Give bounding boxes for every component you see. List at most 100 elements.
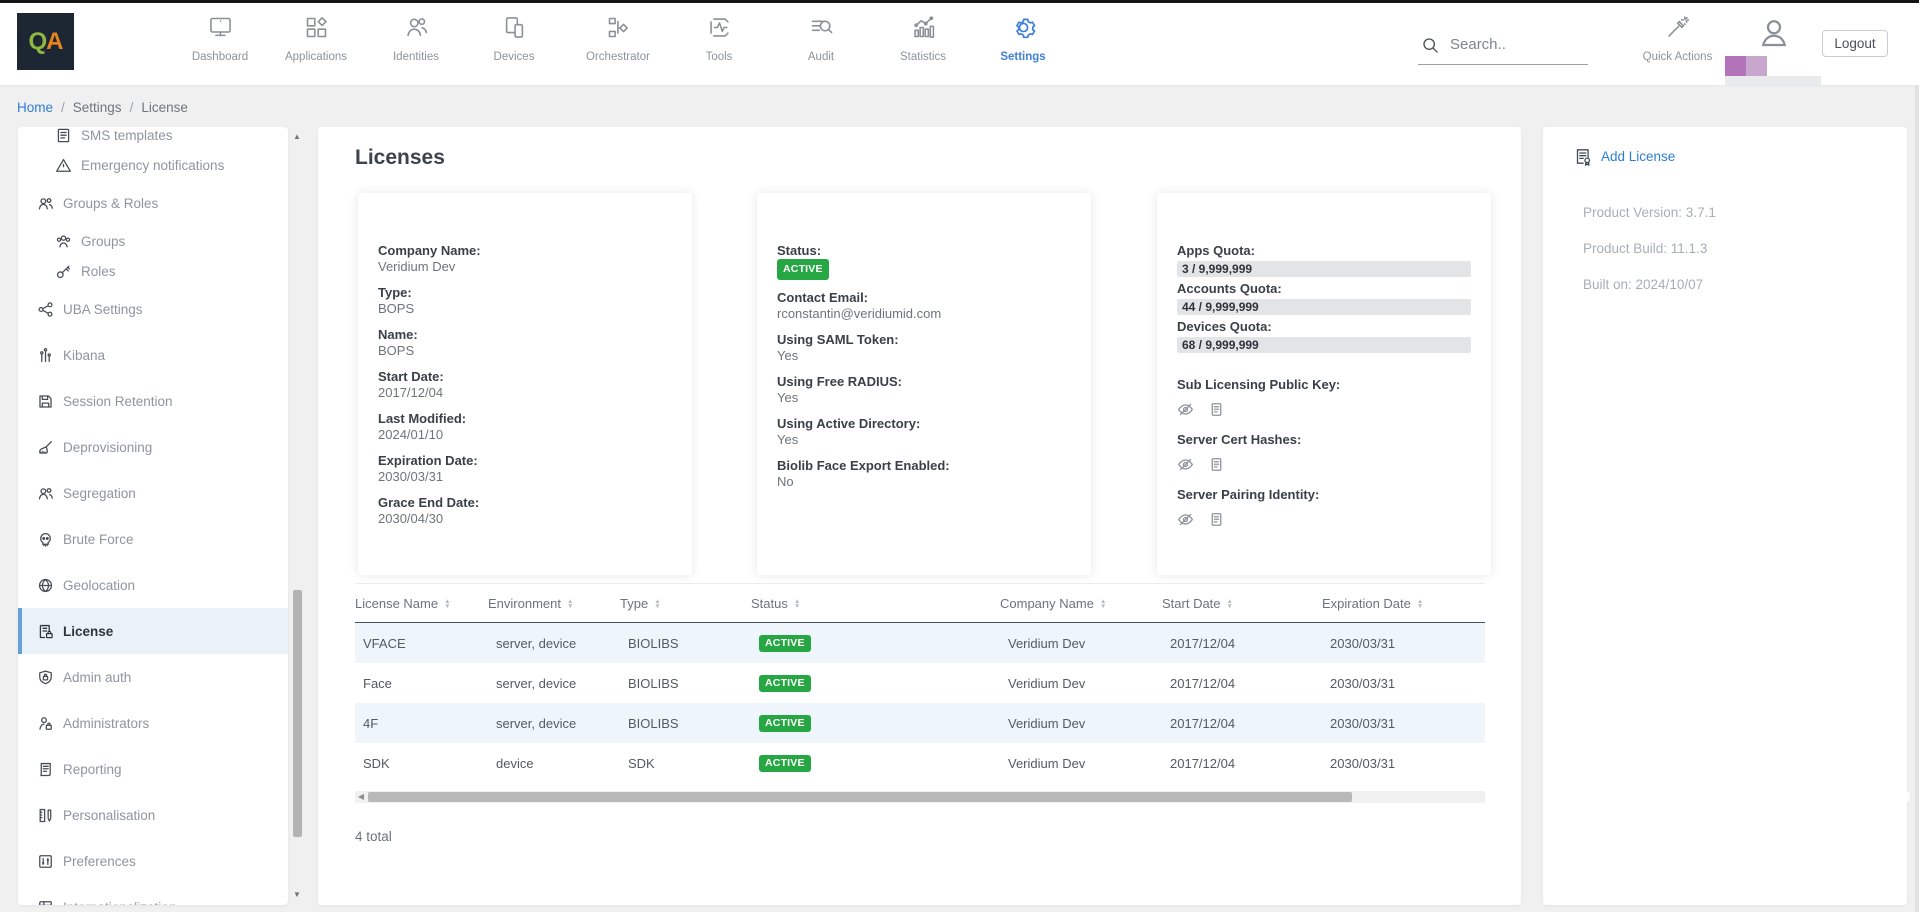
breadcrumb-settings: Settings [73, 100, 122, 115]
sidebar-item-sms-templates[interactable]: SMS templates [18, 127, 288, 150]
nav-item-tools[interactable]: Tools [671, 14, 767, 63]
copy-icon[interactable] [1208, 401, 1225, 418]
secret-label: Sub Licensing Public Key: [1177, 377, 1471, 392]
scroll-left-arrow[interactable]: ◀ [355, 791, 367, 803]
cell-status: ACTIVE [751, 754, 1000, 772]
sidebar-item-label: Administrators [63, 716, 149, 731]
eye-off-icon[interactable] [1177, 511, 1194, 528]
column-header-license-name[interactable]: License Name▲▼ [355, 596, 488, 611]
app-logo[interactable]: QA [17, 13, 74, 70]
column-header-expiration-date[interactable]: Expiration Date▲▼ [1322, 596, 1485, 611]
column-header-type[interactable]: Type▲▼ [620, 596, 751, 611]
add-license-button[interactable]: Add License [1573, 147, 1675, 166]
table-row[interactable]: 4F server, device BIOLIBS ACTIVE Veridiu… [355, 703, 1485, 743]
sidebar-item-groups[interactable]: Groups [18, 226, 288, 256]
table-row[interactable]: SDK device SDK ACTIVE Veridium Dev 2017/… [355, 743, 1485, 783]
field-label: Status: [777, 243, 1071, 259]
save-icon [37, 393, 54, 410]
cell-start-date: 2017/12/04 [1162, 676, 1322, 691]
audit-list-search-icon [808, 14, 835, 41]
scroll-down-arrow[interactable]: ▼ [290, 889, 304, 901]
cell-expiration-date: 2030/03/31 [1322, 636, 1485, 651]
cell-start-date: 2017/12/04 [1162, 636, 1322, 651]
nav-item-settings[interactable]: Settings [975, 14, 1071, 63]
hscrollbar-thumb[interactable] [368, 792, 1352, 802]
quick-actions-button[interactable]: Quick Actions [1630, 14, 1725, 63]
breadcrumb-home-link[interactable]: Home [17, 100, 53, 115]
license-info-card: Company Name: Veridium Dev Type: BOPS Na… [358, 193, 692, 575]
status-badge: ACTIVE [759, 635, 811, 652]
sidebar-list: SMS templates Emergency notifications Gr… [18, 127, 288, 905]
field-status: Status: ACTIVE [777, 243, 1071, 280]
sidebar-item-groups-roles[interactable]: Groups & Roles [18, 180, 288, 226]
secret-label: Server Pairing Identity: [1177, 487, 1471, 502]
secret-server-pairing-identity: Server Pairing Identity: [1177, 487, 1471, 528]
column-header-status[interactable]: Status▲▼ [751, 596, 1000, 611]
page-scrollbar-track[interactable] [1915, 85, 1919, 912]
sidebar-item-brute-force[interactable]: Brute Force [18, 516, 288, 562]
breadcrumb: Home / Settings / License [0, 88, 1919, 127]
sidebar-item-uba-settings[interactable]: UBA Settings [18, 286, 288, 332]
logout-button[interactable]: Logout [1822, 30, 1888, 57]
sidebar-item-preferences[interactable]: Preferences [18, 838, 288, 884]
sidebar-item-admin-auth[interactable]: Admin auth [18, 654, 288, 700]
field-value: 2030/03/31 [378, 469, 672, 485]
search-input[interactable] [1450, 36, 1570, 53]
cell-status: ACTIVE [751, 714, 1000, 732]
eye-off-icon[interactable] [1177, 456, 1194, 473]
sidebar-item-deprovisioning[interactable]: Deprovisioning [18, 424, 288, 470]
breadcrumb-current: License [141, 100, 188, 115]
globe-icon [37, 577, 54, 594]
sidebar-item-geolocation[interactable]: Geolocation [18, 562, 288, 608]
nav-label: Settings [975, 51, 1071, 63]
table-row[interactable]: Face server, device BIOLIBS ACTIVE Verid… [355, 663, 1485, 703]
nav-label: Devices [466, 51, 562, 63]
column-header-environment[interactable]: Environment▲▼ [488, 596, 620, 611]
internationalization-icon [37, 899, 54, 906]
sidebar-item-roles[interactable]: Roles [18, 256, 288, 286]
column-header-company-name[interactable]: Company Name▲▼ [1000, 596, 1162, 611]
sidebar-item-internationalization[interactable]: Internationalization [18, 884, 288, 905]
field-name: Name: BOPS [378, 327, 672, 359]
cell-environment: server, device [488, 636, 620, 651]
search-icon[interactable] [1420, 35, 1440, 55]
user-avatar[interactable] [1756, 15, 1792, 56]
nav-item-orchestrator[interactable]: Orchestrator [570, 14, 666, 63]
sidebar-item-kibana[interactable]: Kibana [18, 332, 288, 378]
sidebar-item-segregation[interactable]: Segregation [18, 470, 288, 516]
sidebar-item-label: Deprovisioning [63, 440, 152, 455]
column-header-start-date[interactable]: Start Date▲▼ [1162, 596, 1322, 611]
sidebar-item-label: Personalisation [63, 808, 155, 823]
copy-icon[interactable] [1208, 511, 1225, 528]
nav-label: Statistics [875, 51, 971, 63]
table-row[interactable]: VFACE server, device BIOLIBS ACTIVE Veri… [355, 623, 1485, 663]
scroll-up-arrow[interactable]: ▲ [290, 131, 304, 143]
field-label: Grace End Date: [378, 495, 672, 511]
nav-item-statistics[interactable]: Statistics [875, 14, 971, 63]
field-label: Using Free RADIUS: [777, 374, 1071, 390]
nav-item-devices[interactable]: Devices [466, 14, 562, 63]
sidebar-item-administrators[interactable]: Administrators [18, 700, 288, 746]
field-free-radius: Using Free RADIUS: Yes [777, 374, 1071, 406]
sidebar-item-label: Session Retention [63, 394, 173, 409]
breadcrumb-separator: / [130, 100, 134, 115]
sidebar-item-reporting[interactable]: Reporting [18, 746, 288, 792]
field-active-directory: Using Active Directory: Yes [777, 416, 1071, 448]
sidebar-item-personalisation[interactable]: Personalisation [18, 792, 288, 838]
nav-item-audit[interactable]: Audit [773, 14, 869, 63]
scrollbar-thumb[interactable] [293, 590, 302, 837]
nav-item-dashboard[interactable]: Dashboard [172, 14, 268, 63]
sidebar-item-emergency-notifications[interactable]: Emergency notifications [18, 150, 288, 180]
eye-off-icon[interactable] [1177, 401, 1194, 418]
cell-company-name: Veridium Dev [1000, 756, 1162, 771]
purple-badge-light [1746, 56, 1767, 76]
copy-icon[interactable] [1208, 456, 1225, 473]
nav-item-identities[interactable]: Identities [368, 14, 464, 63]
cell-type: SDK [620, 756, 751, 771]
nav-item-applications[interactable]: Applications [268, 14, 364, 63]
sidebar-item-session-retention[interactable]: Session Retention [18, 378, 288, 424]
statistics-chart-icon [910, 14, 937, 41]
sidebar-item-label: Reporting [63, 762, 122, 777]
sidebar-item-license[interactable]: License [18, 608, 288, 654]
sort-icon: ▲▼ [1417, 599, 1423, 609]
